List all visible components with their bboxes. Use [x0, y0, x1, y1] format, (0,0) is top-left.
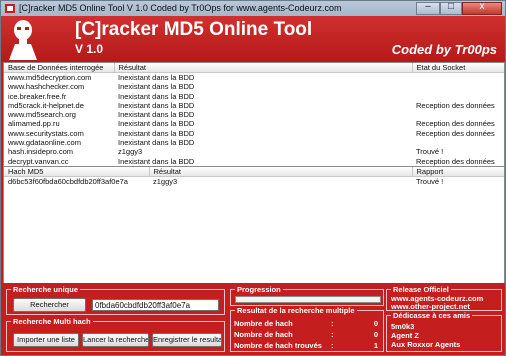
cell-result: Inexistant dans la BDD: [118, 91, 195, 101]
maximize-button[interactable]: □: [440, 1, 462, 15]
stat-colon: :: [331, 330, 334, 339]
column-header-result[interactable]: Résultat: [149, 167, 413, 177]
table-row[interactable]: www.md5search.org Inexistant dans la BDD: [4, 110, 504, 119]
cell-socket-state: [412, 110, 504, 119]
table-row[interactable]: md5crack.it-helpnet.de Inexistant dans la…: [4, 101, 504, 110]
dedication-name: Agent Z: [391, 331, 419, 340]
cell-database: alimamed.pp.ru: [8, 119, 60, 129]
cell-database: md5crack.it-helpnet.de: [8, 100, 84, 110]
cell-result: Inexistant dans la BDD: [118, 156, 195, 166]
app-icon: [5, 4, 15, 13]
stat-value-hash-total: 0: [373, 319, 378, 328]
cell-result: Inexistant dans la BDD: [118, 73, 195, 82]
cell-socket-state: Reception des données: [416, 128, 495, 138]
release-title: Release Officiel: [391, 285, 451, 294]
app-title: [C]racker MD5 Online Tool: [75, 19, 313, 40]
column-header-socket-state[interactable]: Etat du Socket: [412, 63, 504, 73]
cell-result: Inexistant dans la BDD: [118, 119, 195, 129]
cell-socket-state: [412, 82, 504, 91]
maximize-icon: □: [447, 1, 455, 12]
cell-result: Inexistant dans la BDD: [118, 138, 195, 148]
table-row[interactable]: www.securitystats.com Inexistant dans la …: [4, 129, 504, 138]
minimize-icon: –: [425, 1, 431, 12]
cell-database: decrypt.vanvan.cc: [8, 156, 69, 166]
cell-socket-state: [412, 92, 504, 101]
title-bar[interactable]: [C]racker MD5 Online Tool V 1.0 Coded by…: [1, 1, 505, 16]
cell-database: ice.breaker.free.fr: [8, 91, 67, 101]
minimize-button[interactable]: –: [416, 1, 440, 15]
dedication-name: 5m0k3: [391, 322, 415, 331]
progression-group: Progression: [230, 285, 384, 306]
table-row[interactable]: hash.insidepro.com z1ggy3 Trouvé !: [4, 147, 504, 156]
single-search-group: Recherche unique Rechercher 0fbda60cbdfd…: [6, 285, 225, 315]
close-button[interactable]: x: [462, 1, 502, 15]
single-search-title: Recherche unique: [11, 285, 81, 294]
progression-title: Progression: [235, 285, 283, 294]
cell-database: www.md5decryption.com: [8, 73, 92, 82]
cell-database: www.md5search.org: [8, 110, 76, 120]
coded-by-label: Coded by Tr00ps: [391, 42, 497, 57]
stat-colon: :: [331, 341, 334, 350]
stat-label-hash-found: Nombre de hach trouvés: [234, 341, 322, 350]
progress-bar: [235, 296, 381, 303]
table-row[interactable]: d6bc53f60fbda60cbdfdb20ff3af0e7a z1ggy3 Tr…: [4, 177, 504, 187]
column-header-database[interactable]: Base de Données interrogée: [4, 63, 115, 73]
cell-result: z1ggy3: [153, 177, 178, 186]
cell-database: hash.insidepro.com: [8, 147, 74, 157]
control-panel: Recherche unique Rechercher 0fbda60cbdfd…: [1, 283, 505, 355]
table-row[interactable]: alimamed.pp.ru Inexistant dans la BDD Rece…: [4, 119, 504, 128]
hash-input[interactable]: 0fbda60cbdfdb20ff3af0e7a: [92, 299, 219, 311]
table-row[interactable]: decrypt.vanvan.cc Inexistant dans la BDD R…: [4, 157, 504, 166]
table-row[interactable]: www.md5decryption.com Inexistant dans la …: [4, 73, 504, 83]
cell-socket-state: Reception des données: [416, 156, 495, 166]
cell-report: Trouvé !: [416, 177, 444, 186]
table-row[interactable]: www.hashchecker.com Inexistant dans la BD…: [4, 82, 504, 91]
table-row[interactable]: ice.breaker.free.fr Inexistant dans la BD…: [4, 92, 504, 101]
multi-results-group: Resultat de la recherche multiple Nombre…: [230, 306, 384, 352]
app-version: V 1.0: [75, 42, 104, 56]
window-title: [C]racker MD5 Online Tool V 1.0 Coded by…: [19, 3, 342, 13]
cell-result: Inexistant dans la BDD: [118, 100, 195, 110]
cell-database: www.hashchecker.com: [8, 82, 85, 92]
cell-result: Inexistant dans la BDD: [118, 128, 195, 138]
cell-socket-state: [412, 138, 504, 147]
dedication-name: Aux Roxxor Agents: [391, 340, 461, 349]
cell-database: www.gdataonline.com: [8, 138, 81, 148]
stat-label-hash-count: Nombre de hach: [234, 330, 293, 339]
launch-search-button[interactable]: Lancer la recherche: [82, 333, 149, 347]
release-link[interactable]: www.other-project.net: [391, 303, 470, 311]
save-result-button[interactable]: Enregistrer le resultat: [152, 333, 222, 347]
database-results-table[interactable]: Base de Données interrogée Résultat Etat…: [3, 62, 505, 167]
dedication-title: Dédicasse à ces amis: [391, 311, 473, 320]
app-header: [C]racker MD5 Online Tool V 1.0 Coded by…: [1, 16, 505, 62]
hacker-logo-icon: [9, 20, 37, 60]
dedication-group: Dédicasse à ces amis 5m0k3 Agent Z Aux R…: [386, 311, 502, 352]
column-header-report[interactable]: Rapport: [412, 167, 504, 177]
cell-socket-state: Reception des données: [416, 119, 495, 129]
stat-label-hash-total: Nombre de hach: [234, 319, 293, 328]
release-group: Release Officiel www.agents-codeurz.com …: [386, 285, 502, 311]
column-header-hash[interactable]: Hach MD5: [4, 167, 150, 177]
cell-socket-state: Trouvé !: [416, 147, 444, 157]
multi-search-title: Recherche Multi hach: [11, 317, 93, 326]
multi-results-title: Resultat de la recherche multiple: [235, 306, 357, 315]
cell-socket-state: Reception des données: [416, 100, 495, 110]
cell-hash: d6bc53f60fbda60cbdfdb20ff3af0e7a: [8, 177, 128, 186]
app-window: [C]racker MD5 Online Tool V 1.0 Coded by…: [0, 0, 506, 356]
table-row[interactable]: www.gdataonline.com Inexistant dans la BD…: [4, 138, 504, 147]
search-button[interactable]: Rechercher: [13, 298, 86, 312]
cell-result: Inexistant dans la BDD: [118, 82, 195, 92]
cell-result: z1ggy3: [118, 147, 143, 157]
stat-value-hash-count: 0: [373, 330, 378, 339]
column-header-result[interactable]: Résultat: [114, 63, 413, 73]
stat-colon: :: [331, 319, 334, 328]
stat-value-hash-found: 1: [373, 341, 378, 350]
close-icon: x: [479, 1, 485, 12]
hash-results-table[interactable]: Hach MD5 Résultat Rapport d6bc53f60fbda6…: [3, 166, 505, 284]
cell-result: Inexistant dans la BDD: [118, 110, 195, 120]
cell-database: www.securitystats.com: [8, 128, 84, 138]
multi-search-group: Recherche Multi hach Importer une liste …: [6, 317, 225, 352]
cell-socket-state: [412, 73, 504, 83]
import-list-button[interactable]: Importer une liste: [13, 333, 79, 347]
